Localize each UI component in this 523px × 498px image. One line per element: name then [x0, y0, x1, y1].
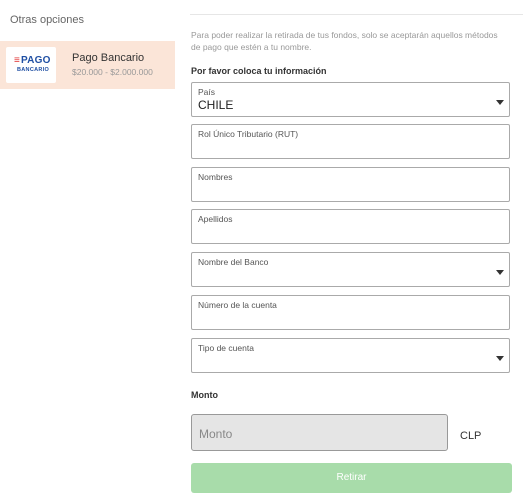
field-label: Tipo de cuenta: [198, 343, 254, 353]
info-section-label: Por favor coloca tu información: [191, 66, 327, 76]
first-names-field[interactable]: Nombres: [191, 167, 510, 202]
logo-bars-icon: ≡: [14, 55, 21, 66]
payment-method-pago-bancario[interactable]: ≡PAGO BANCARIO Pago Bancario $20.000 - $…: [0, 41, 175, 89]
account-type-select[interactable]: Tipo de cuenta: [191, 338, 510, 373]
payment-method-name: Pago Bancario: [72, 52, 145, 64]
withdraw-button[interactable]: Retirar: [191, 463, 512, 493]
caret-down-icon: [496, 356, 504, 361]
amount-placeholder: Monto: [199, 427, 233, 441]
amount-label: Monto: [191, 390, 218, 400]
payment-method-range: $20.000 - $2.000.000: [72, 67, 153, 77]
withdraw-button-label: Retirar: [336, 472, 367, 483]
sidebar-title: Otras opciones: [10, 14, 84, 26]
logo-sub-text: BANCARIO: [17, 67, 50, 73]
last-names-field[interactable]: Apellidos: [191, 209, 510, 244]
divider: [190, 14, 523, 15]
caret-down-icon: [496, 270, 504, 275]
withdrawal-notice: Para poder realizar la retirada de tus f…: [191, 30, 498, 52]
field-label: Número de la cuenta: [198, 300, 277, 310]
amount-input[interactable]: Monto: [191, 414, 448, 451]
field-label: País: [198, 87, 216, 97]
rut-field[interactable]: Rol Único Tributario (RUT): [191, 124, 510, 159]
field-label: Nombre del Banco: [198, 257, 269, 267]
field-label: Apellidos: [198, 214, 233, 224]
bank-name-select[interactable]: Nombre del Banco: [191, 252, 510, 287]
sidebar: Otras opciones ≡PAGO BANCARIO Pago Banca…: [0, 0, 175, 498]
logo-main-text: PAGO: [21, 55, 51, 66]
field-label: Rol Único Tributario (RUT): [198, 129, 299, 139]
field-value: CHILE: [198, 98, 234, 112]
country-select[interactable]: País CHILE: [191, 82, 510, 117]
account-number-field[interactable]: Número de la cuenta: [191, 295, 510, 330]
pago-bancario-logo: ≡PAGO BANCARIO: [6, 47, 56, 83]
caret-down-icon: [496, 100, 504, 105]
field-label: Nombres: [198, 172, 233, 182]
currency-label: CLP: [460, 430, 482, 442]
